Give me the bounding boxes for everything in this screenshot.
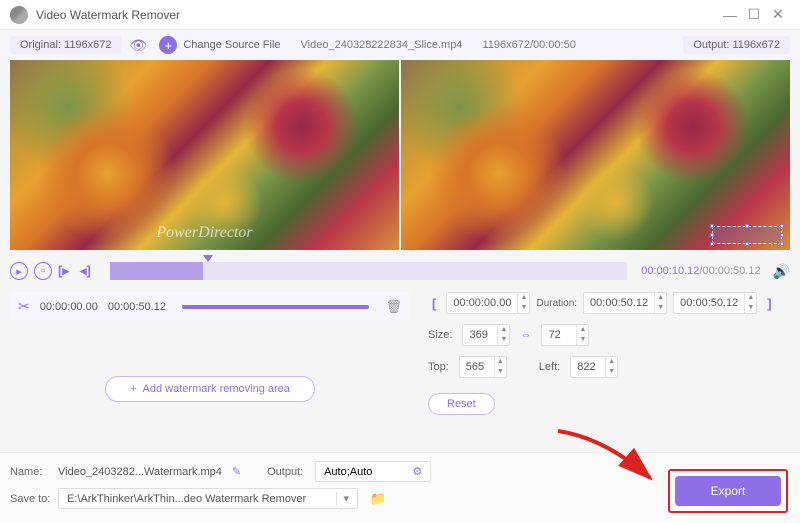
watermark-text: PowerDirector — [156, 224, 252, 242]
left-label: Left: — [539, 361, 560, 373]
preview-row: PowerDirector — [0, 60, 800, 250]
app-logo-icon — [10, 6, 28, 24]
range-end-input[interactable]: 00:00:50.12▲▼ — [673, 292, 757, 314]
duration-input[interactable]: 00:00:50.12▲▼ — [583, 292, 667, 314]
export-highlight-box: Export — [668, 469, 788, 513]
file-name-label: Video_240328222834_Slice.mp4 — [301, 39, 463, 51]
size-label: Size: — [428, 329, 452, 341]
save-path-select[interactable]: E:\ArkThinker\ArkThin...deo Watermark Re… — [58, 488, 358, 509]
add-watermark-area-button[interactable]: + Add watermark removing area — [105, 376, 315, 402]
output-label: Output: — [267, 466, 309, 478]
timeline-scrubber[interactable] — [110, 262, 627, 280]
volume-icon[interactable]: 🔊 — [773, 263, 790, 280]
link-aspect-icon[interactable]: ⇔ — [520, 329, 531, 341]
delete-segment-icon[interactable]: 🗑 — [385, 299, 402, 315]
preview-original[interactable]: PowerDirector — [10, 60, 399, 250]
output-format-value: Auto;Auto — [324, 466, 372, 478]
range-start-input[interactable]: 00:00:00.00▲▼ — [446, 292, 530, 314]
width-input[interactable]: 369▲▼ — [462, 324, 510, 346]
playback-controls: ▸ ▫ [▸ ◂] 00:00:10.12/00:00:50.12 🔊 — [0, 255, 800, 287]
export-button[interactable]: Export — [675, 476, 781, 506]
open-folder-icon[interactable]: 📁 — [370, 491, 386, 507]
preview-eye-icon[interactable]: 👁 — [130, 37, 148, 54]
file-dims-label: 1196x672/00:00:50 — [482, 39, 575, 51]
add-source-button[interactable]: + — [159, 36, 177, 54]
add-watermark-label: Add watermark removing area — [143, 383, 290, 395]
name-label: Name: — [10, 466, 52, 478]
settings-gear-icon[interactable]: ⚙ — [412, 465, 422, 478]
play-button[interactable]: ▸ — [10, 262, 28, 280]
filename-value: Video_2403282...Watermark.mp4 — [58, 466, 222, 478]
maximize-button[interactable]: ☐ — [742, 3, 766, 27]
cut-icon: ✂ — [18, 298, 30, 315]
titlebar: Video Watermark Remover — ☐ ✕ — [0, 0, 800, 30]
stop-button[interactable]: ▫ — [34, 262, 52, 280]
edit-name-icon[interactable]: ✎ — [232, 465, 241, 478]
left-input[interactable]: 822▲▼ — [570, 356, 618, 378]
range-end-bracket[interactable]: ] — [763, 296, 775, 311]
close-button[interactable]: ✕ — [766, 3, 790, 27]
total-time: /00:00:50.12 — [699, 265, 760, 277]
current-time: 00:00:10.12 — [641, 265, 699, 277]
playhead-icon[interactable] — [203, 255, 213, 262]
segment-start: 00:00:00.00 — [40, 301, 98, 313]
app-title: Video Watermark Remover — [36, 8, 718, 22]
plus-icon: + — [130, 383, 136, 395]
properties-panel: [ 00:00:00.00▲▼ Duration: 00:00:50.12▲▼ … — [420, 292, 790, 415]
time-display: 00:00:10.12/00:00:50.12 — [641, 265, 760, 277]
top-label: Top: — [428, 361, 449, 373]
change-source-link[interactable]: Change Source File — [183, 39, 280, 51]
top-input[interactable]: 565▲▼ — [459, 356, 507, 378]
path-dropdown-icon[interactable]: ▾ — [336, 492, 349, 505]
save-path-value: E:\ArkThinker\ArkThin...deo Watermark Re… — [67, 493, 336, 505]
height-input[interactable]: 72▲▼ — [541, 324, 589, 346]
minimize-button[interactable]: — — [718, 3, 742, 27]
output-format-select[interactable]: Auto;Auto ⚙ — [315, 461, 431, 482]
segment-item[interactable]: ✂ 00:00:00.00 00:00:50.12 🗑 — [10, 292, 410, 321]
mark-in-button[interactable]: [▸ — [58, 263, 74, 279]
duration-label: Duration: — [536, 298, 577, 309]
segments-panel: ✂ 00:00:00.00 00:00:50.12 🗑 + Add waterm… — [10, 292, 410, 415]
original-size-chip: Original: 1196x672 — [10, 36, 122, 54]
segment-end: 00:00:50.12 — [108, 301, 166, 313]
mark-out-button[interactable]: ◂] — [80, 263, 96, 279]
selection-box[interactable] — [712, 226, 782, 244]
segment-bar — [182, 305, 370, 309]
reset-button[interactable]: Reset — [428, 393, 495, 415]
preview-result[interactable] — [401, 60, 790, 250]
top-toolbar: Original: 1196x672 👁 + Change Source Fil… — [0, 30, 800, 60]
output-size-chip: Output: 1196x672 — [683, 36, 790, 54]
save-to-label: Save to: — [10, 493, 52, 505]
range-start-bracket[interactable]: [ — [428, 296, 440, 311]
